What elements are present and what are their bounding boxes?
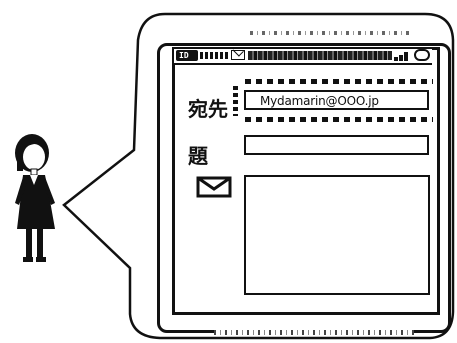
subject-field[interactable] xyxy=(244,135,429,155)
status-indicator xyxy=(200,52,228,59)
woman-figure xyxy=(15,134,55,262)
id-badge: ID xyxy=(176,50,198,61)
status-title-bar xyxy=(248,51,392,60)
scan-noise-bottom xyxy=(214,330,414,335)
scan-noise-top xyxy=(250,31,410,35)
mail-icon xyxy=(231,50,245,60)
selection-marker-bottom xyxy=(245,117,433,122)
subject-label: 題 xyxy=(188,144,208,168)
to-address-value: Mydamarin@OOO.jp xyxy=(260,94,379,108)
id-badge-label: ID xyxy=(179,51,189,60)
selection-marker-left xyxy=(233,86,238,116)
selection-marker-top xyxy=(245,79,433,84)
battery-icon xyxy=(414,49,430,61)
to-label: 宛先 xyxy=(188,97,228,121)
message-body-field[interactable] xyxy=(244,175,430,295)
to-address-field[interactable]: Mydamarin@OOO.jp xyxy=(244,90,429,110)
envelope-icon xyxy=(196,176,232,198)
